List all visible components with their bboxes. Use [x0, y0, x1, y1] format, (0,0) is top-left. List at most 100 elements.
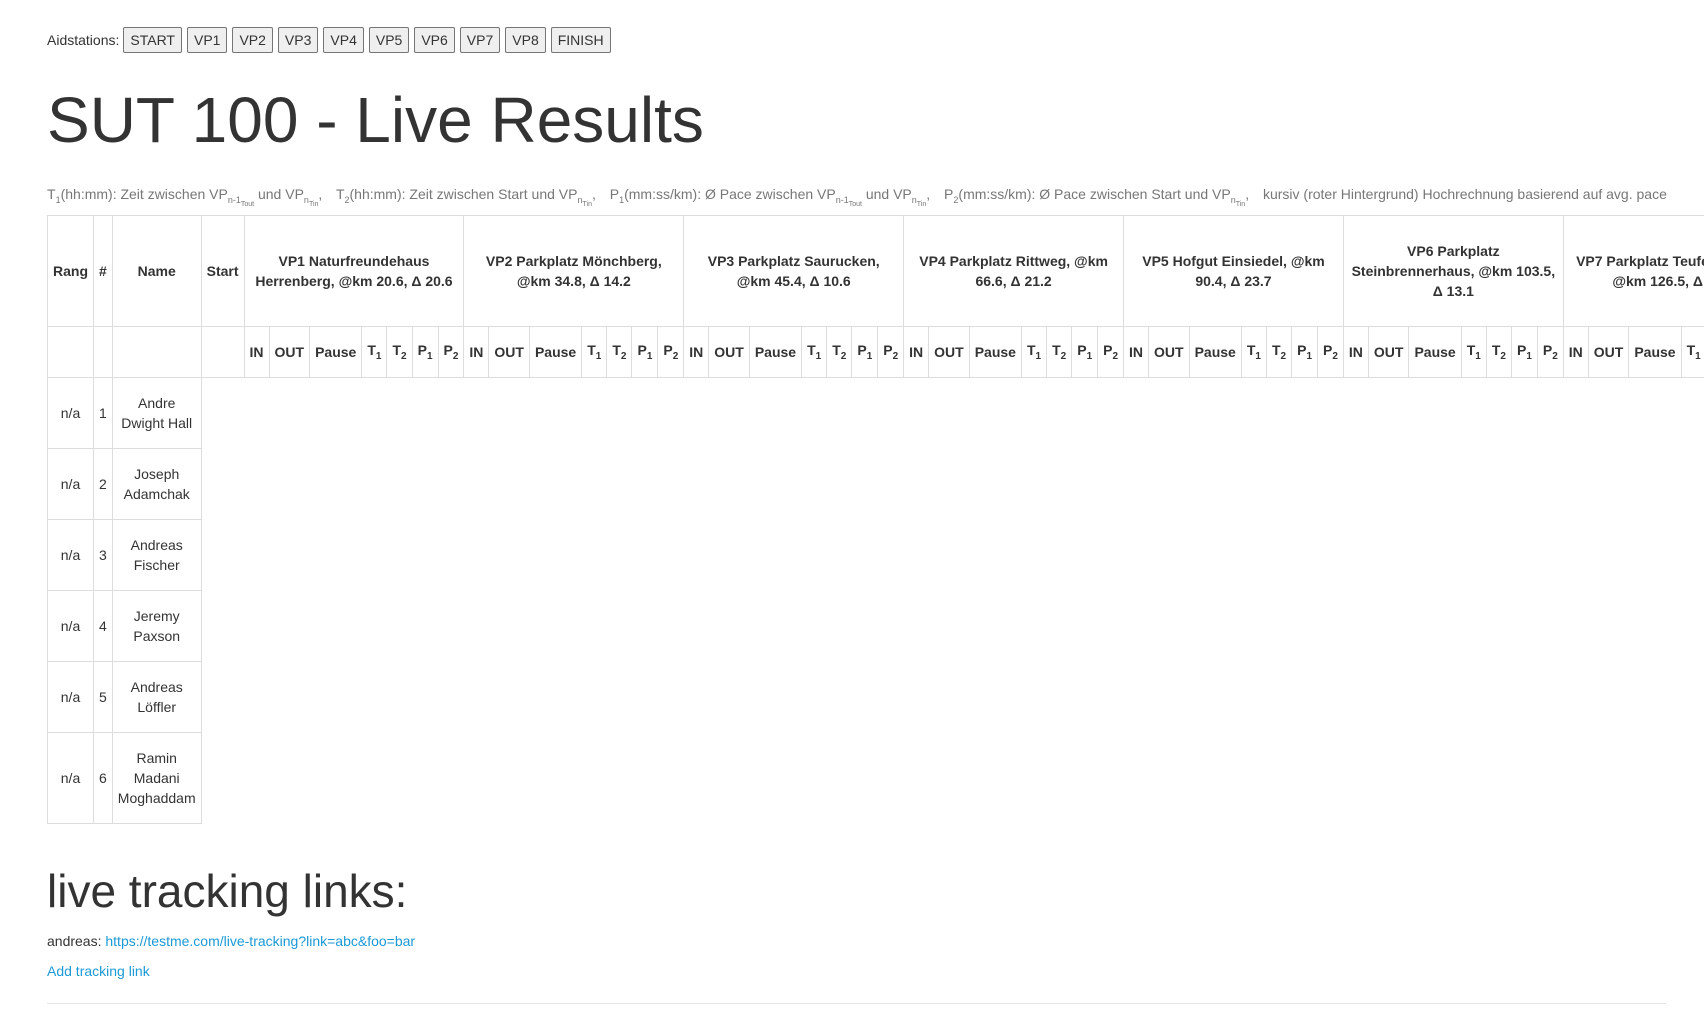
- tracking-entry-label: andreas:: [47, 933, 102, 949]
- results-table-container[interactable]: Rang # Name Start VP1 Naturfreundehaus H…: [47, 215, 1704, 826]
- subheader-vp5-out: OUT: [1148, 326, 1190, 378]
- aidstations-label: Aidstations:: [47, 32, 120, 48]
- rang-cell: n/a: [47, 448, 94, 520]
- subheader-blank: [111, 326, 202, 378]
- add-tracking-link[interactable]: Add tracking link: [47, 963, 150, 979]
- subheader-vp3-out: OUT: [708, 326, 750, 378]
- aidstation-button-vp6[interactable]: VP6: [414, 27, 455, 53]
- subheader-blank: [47, 326, 94, 378]
- empty-cell: [201, 733, 1704, 824]
- table-row: n/a 3 Andreas Fischer: [47, 519, 1704, 591]
- column-legend: T1(hh:mm): Zeit zwischen VPn-1Tout und V…: [47, 186, 1667, 208]
- tracking-entry: andreas: https://testme.com/live-trackin…: [47, 933, 415, 949]
- subheader-vp7-out: OUT: [1587, 326, 1630, 378]
- aidstation-button-vp5[interactable]: VP5: [368, 27, 410, 53]
- rang-cell: n/a: [47, 519, 94, 591]
- subheader-vp4-out: OUT: [928, 326, 970, 378]
- table-row: n/a 2 Joseph Adamchak: [47, 448, 1704, 520]
- subheader-vp3-in: IN: [683, 326, 710, 378]
- aidstation-button-vp2[interactable]: VP2: [232, 27, 273, 53]
- col-header-start: Start: [200, 215, 245, 327]
- table-row: n/a 1 Andre Dwight Hall: [47, 377, 1704, 449]
- subheader-vp2-p1: P1: [631, 326, 659, 378]
- aidstation-bar: Aidstations: START VP1 VP2 VP3 VP4 VP5 V…: [47, 27, 616, 53]
- table-row: n/a 5 Andreas Löffler: [47, 661, 1704, 733]
- aidstation-button-vp1[interactable]: VP1: [186, 27, 228, 53]
- subheader-vp5-in: IN: [1123, 326, 1150, 378]
- subheader-vp5-pause: Pause: [1188, 326, 1242, 378]
- name-cell: Andre Dwight Hall: [111, 377, 202, 449]
- subheader-vp1-out: OUT: [268, 326, 311, 378]
- rang-cell: n/a: [47, 377, 94, 449]
- subheader-blank: [93, 326, 113, 378]
- table-row: n/a 6 Ramin Madani Moghaddam: [47, 732, 1704, 824]
- number-cell: 2: [93, 448, 113, 520]
- subheader-vp1-p1: P1: [411, 326, 439, 378]
- aidstation-button-vp8[interactable]: VP8: [505, 27, 546, 53]
- subheader-vp1-in: IN: [243, 326, 270, 378]
- subheader-vp3-p1: P1: [851, 326, 879, 378]
- live-tracking-heading: live tracking links:: [47, 865, 408, 917]
- subheader-vp5-p1: P1: [1291, 326, 1318, 378]
- col-header-vp3: VP3 Parkplatz Saurucken, @km 45.4, Δ 10.…: [683, 215, 905, 327]
- name-cell: Ramin Madani Moghaddam: [111, 732, 202, 824]
- col-header-number: #: [93, 215, 113, 327]
- rang-cell: n/a: [47, 661, 94, 733]
- col-header-vp2: VP2 Parkplatz Mönchberg, @km 34.8, Δ 14.…: [463, 215, 685, 327]
- subheader-vp1-p2: P2: [437, 326, 465, 378]
- subheader-vp4-t2: T2: [1046, 326, 1073, 378]
- page-title: SUT 100 - Live Results: [47, 84, 704, 156]
- subheader-vp4-p2: P2: [1097, 326, 1125, 378]
- subheader-vp3-p2: P2: [877, 326, 905, 378]
- tracking-link[interactable]: https://testme.com/live-tracking?link=ab…: [105, 933, 415, 949]
- subheader-vp1-t2: T2: [386, 326, 413, 378]
- subheader-vp4-pause: Pause: [968, 326, 1022, 378]
- aidstation-button-vp7[interactable]: VP7: [459, 27, 501, 53]
- subheader-vp2-in: IN: [463, 326, 490, 378]
- subheader-vp1-t1: T1: [361, 326, 388, 378]
- subheader-vp7-t1: T1: [1680, 326, 1704, 378]
- subheader-vp4-t1: T1: [1020, 326, 1048, 378]
- subheader-vp6-in: IN: [1342, 326, 1369, 378]
- col-header-name: Name: [111, 215, 202, 327]
- name-cell: Andreas Löffler: [111, 661, 202, 733]
- divider: [47, 1003, 1666, 1004]
- name-cell: Jeremy Paxson: [111, 590, 202, 662]
- subheader-vp2-t1: T1: [581, 326, 608, 378]
- rang-cell: n/a: [47, 732, 94, 824]
- subheader-vp2-out: OUT: [488, 326, 530, 378]
- subheader-vp2-p2: P2: [657, 326, 685, 378]
- empty-cell: [201, 520, 1704, 591]
- aidstation-button-start[interactable]: START: [123, 27, 182, 53]
- subheader-vp4-in: IN: [903, 326, 930, 378]
- name-cell: Joseph Adamchak: [111, 448, 202, 520]
- number-cell: 3: [93, 519, 113, 591]
- table-row: n/a 4 Jeremy Paxson: [47, 590, 1704, 662]
- subheader-vp6-t2: T2: [1485, 326, 1512, 378]
- aidstation-button-finish[interactable]: FINISH: [550, 27, 611, 53]
- subheader-vp2-pause: Pause: [528, 326, 583, 378]
- aidstation-button-vp3[interactable]: VP3: [277, 27, 319, 53]
- empty-cell: [201, 591, 1704, 662]
- subheader-vp6-pause: Pause: [1408, 326, 1462, 378]
- empty-cell: [201, 378, 1704, 449]
- col-header-vp1: VP1 Naturfreundehaus Herrenberg, @km 20.…: [243, 215, 465, 327]
- number-cell: 4: [93, 590, 113, 662]
- subheader-vp7-pause: Pause: [1628, 326, 1682, 378]
- subheader-vp5-p2: P2: [1317, 326, 1344, 378]
- table-subheader-row: IN OUT Pause T1 T2 P1 P2 IN OUT Pause T1 T2 P1 P2 IN OU…: [47, 326, 1704, 378]
- aidstation-button-vp4[interactable]: VP4: [323, 27, 364, 53]
- subheader-vp6-p1: P1: [1510, 326, 1538, 378]
- subheader-vp4-p1: P1: [1071, 326, 1099, 378]
- subheader-vp7-in: IN: [1562, 326, 1589, 378]
- number-cell: 1: [93, 377, 113, 449]
- number-cell: 5: [93, 661, 113, 733]
- subheader-vp3-t2: T2: [826, 326, 853, 378]
- empty-cell: [201, 449, 1704, 520]
- col-header-vp4: VP4 Parkplatz Rittweg, @km 66.6, Δ 21.2: [903, 215, 1125, 327]
- results-table: Rang # Name Start VP1 Naturfreundehaus H…: [47, 215, 1704, 824]
- table-header-row: Rang # Name Start VP1 Naturfreundehaus H…: [47, 215, 1704, 327]
- col-header-vp5: VP5 Hofgut Einsiedel, @km 90.4, Δ 23.7: [1123, 215, 1344, 327]
- subheader-vp3-t1: T1: [801, 326, 828, 378]
- subheader-vp6-p2: P2: [1536, 326, 1564, 378]
